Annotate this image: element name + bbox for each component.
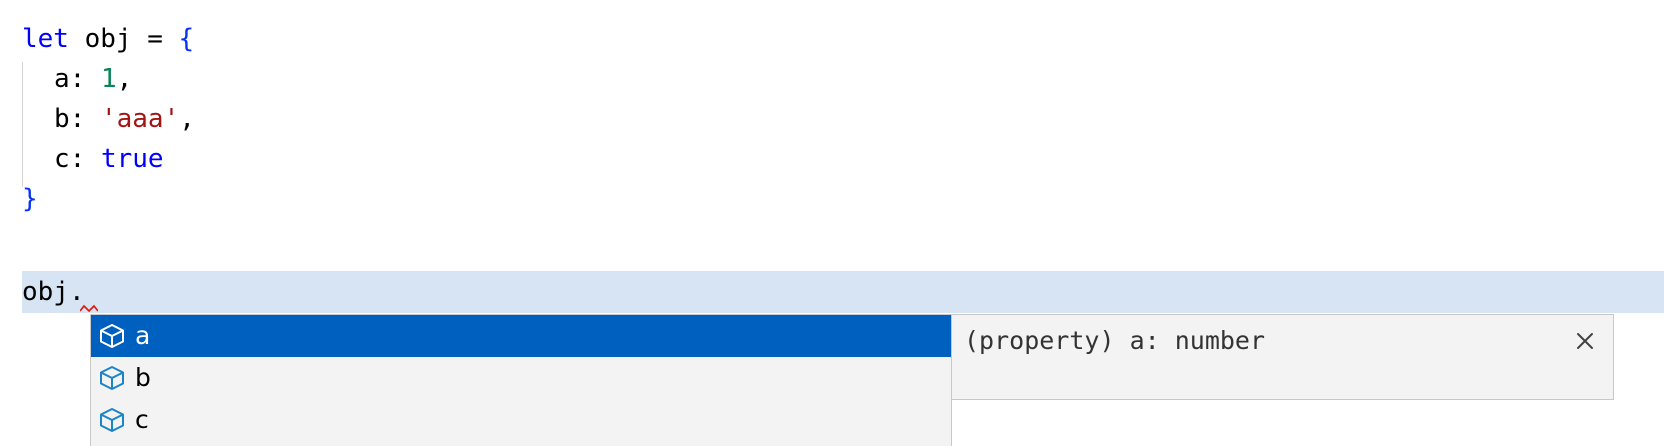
member-access: obj.: [22, 277, 85, 307]
property-signature: (property) a: number: [964, 326, 1266, 355]
comma: ,: [179, 104, 195, 134]
suggest-widget[interactable]: a b c: [90, 314, 952, 446]
code-line-1: let obj = {: [22, 18, 194, 60]
property-icon: [97, 321, 127, 351]
close-icon[interactable]: [1571, 327, 1599, 355]
error-squiggle-icon: [80, 304, 98, 312]
suggest-item-a[interactable]: a: [91, 315, 951, 357]
property-icon: [97, 405, 127, 435]
suggest-item-c[interactable]: c: [91, 399, 951, 441]
suggest-item-label: b: [135, 363, 151, 392]
code-line-2: a: 1,: [54, 58, 132, 100]
code-line-6[interactable]: obj.: [22, 271, 85, 313]
current-line-highlight: [22, 271, 1664, 313]
code-line-3: b: 'aaa',: [54, 98, 195, 140]
code-editor[interactable]: let obj = { a: 1, b: 'aaa', c: true } ob…: [0, 0, 1664, 446]
suggest-details-panel: (property) a: number: [951, 314, 1614, 400]
boolean-literal: true: [100, 144, 164, 174]
string-literal: 'aaa': [100, 104, 180, 134]
number-literal: 1: [100, 64, 117, 94]
keyword-let: let: [22, 24, 69, 54]
suggest-item-label: a: [135, 321, 151, 350]
property-icon: [97, 363, 127, 393]
variable-declaration: obj =: [68, 24, 179, 54]
property-key-c: c:: [54, 144, 101, 174]
property-key-a: a:: [54, 64, 101, 94]
open-brace: {: [178, 24, 195, 54]
code-line-5: }: [22, 178, 38, 220]
indent-guide: [22, 62, 23, 187]
comma: ,: [116, 64, 133, 94]
suggest-item-b[interactable]: b: [91, 357, 951, 399]
suggest-item-label: c: [135, 405, 149, 434]
code-line-4: c: true: [54, 138, 164, 180]
property-key-b: b:: [54, 104, 101, 134]
close-brace: }: [22, 184, 38, 214]
